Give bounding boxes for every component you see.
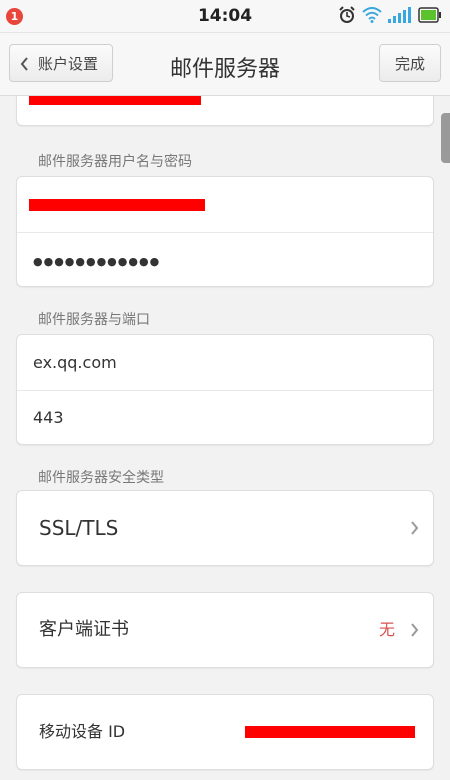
port-field[interactable]: 443 (17, 390, 433, 444)
credentials-section-label: 邮件服务器用户名与密码 (38, 154, 192, 170)
server-field[interactable]: ex.qq.com (17, 335, 433, 390)
navigation-bar: 账户设置 邮件服务器 完成 (0, 33, 450, 96)
security-type-card[interactable]: SSL/TLS (16, 490, 434, 566)
signal-icon (388, 7, 412, 27)
client-cert-card[interactable]: 客户端证书 无 (16, 592, 434, 668)
port-value: 443 (33, 408, 64, 427)
chevron-left-icon (20, 45, 30, 97)
redacted-email (29, 96, 201, 105)
server-port-section-label: 邮件服务器与端口 (38, 312, 150, 328)
chevron-right-icon (409, 491, 419, 597)
settings-list[interactable]: 邮件服务器用户名与密码 ●●●●●●●●●●●● 邮件服务器与端口 ex.qq.… (0, 96, 450, 780)
server-port-card: ex.qq.com 443 (16, 334, 434, 445)
battery-icon (418, 7, 442, 27)
device-id-label: 移动设备 ID (39, 722, 126, 741)
email-address-card (16, 96, 434, 126)
email-address-field[interactable] (17, 96, 433, 125)
status-icons (338, 6, 442, 28)
password-field[interactable]: ●●●●●●●●●●●● (17, 232, 433, 286)
scrollbar[interactable] (441, 113, 450, 163)
security-type-value: SSL/TLS (39, 516, 119, 540)
back-button-label: 账户设置 (38, 55, 99, 73)
device-id-card: 移动设备 ID (16, 694, 434, 770)
chevron-right-icon (409, 593, 419, 699)
client-cert-row[interactable]: 客户端证书 无 (17, 593, 433, 667)
redacted-device-id (245, 726, 415, 738)
credentials-card: ●●●●●●●●●●●● (16, 176, 434, 287)
done-button[interactable]: 完成 (379, 44, 441, 82)
back-button[interactable]: 账户设置 (9, 44, 113, 82)
security-section-label: 邮件服务器安全类型 (38, 470, 164, 486)
client-cert-label: 客户端证书 (39, 619, 129, 640)
alarm-icon (338, 6, 356, 28)
redacted-username (29, 199, 205, 211)
username-field[interactable] (17, 177, 433, 232)
status-bar: 1 14:04 (0, 0, 450, 33)
password-value: ●●●●●●●●●●●● (33, 255, 161, 268)
client-cert-value: 无 (378, 620, 395, 639)
server-value: ex.qq.com (33, 353, 117, 372)
security-type-row[interactable]: SSL/TLS (17, 491, 433, 565)
device-id-row: 移动设备 ID (17, 695, 433, 769)
wifi-icon (362, 7, 382, 27)
